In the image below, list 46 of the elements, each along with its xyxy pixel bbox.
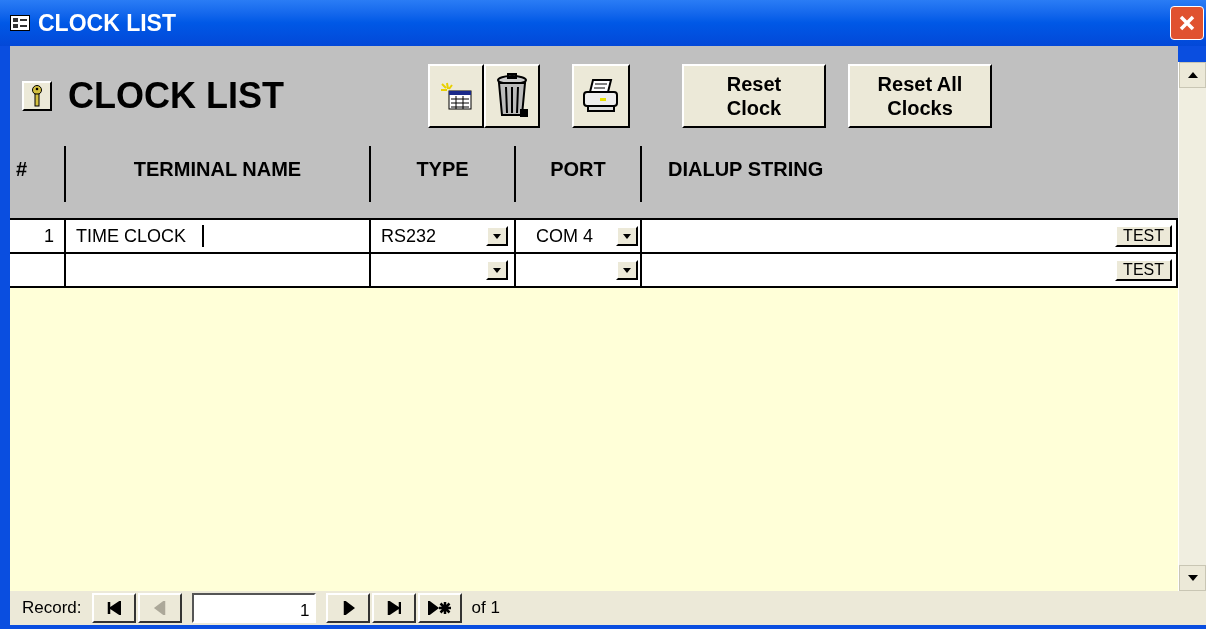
new-record-star-icon bbox=[427, 601, 452, 615]
scroll-up-icon[interactable] bbox=[1187, 72, 1198, 78]
form-title: CLOCK LIST bbox=[68, 74, 284, 118]
record-label: Record: bbox=[22, 597, 82, 620]
test-button[interactable]: TEST bbox=[1115, 259, 1172, 281]
new-record-button[interactable] bbox=[428, 64, 484, 128]
trash-can-icon bbox=[495, 73, 529, 119]
close-button[interactable] bbox=[1170, 6, 1204, 40]
dropdown-button[interactable] bbox=[616, 260, 638, 280]
dropdown-arrow-icon bbox=[493, 233, 501, 239]
column-header: TYPE bbox=[416, 157, 469, 182]
dropdown-arrow-icon bbox=[493, 267, 501, 273]
window-title: CLOCK LIST bbox=[38, 8, 176, 38]
dropdown-button[interactable] bbox=[616, 226, 638, 246]
first-record-icon bbox=[106, 601, 121, 615]
column-header: PORT bbox=[550, 157, 606, 182]
dropdown-arrow-icon bbox=[623, 233, 631, 239]
record-number-field[interactable]: 1 bbox=[191, 593, 316, 623]
text-cursor bbox=[202, 225, 204, 247]
record-nav-button[interactable] bbox=[417, 593, 462, 623]
record-nav-button[interactable] bbox=[91, 593, 136, 623]
close-icon bbox=[1178, 14, 1196, 32]
last-record-icon bbox=[386, 601, 401, 615]
previous-record-icon bbox=[152, 601, 167, 615]
key-button[interactable] bbox=[22, 81, 52, 111]
record-count: of 1 bbox=[471, 597, 500, 620]
key-icon bbox=[31, 85, 43, 107]
reset-button[interactable]: Reset Clock bbox=[682, 64, 826, 128]
reset-button[interactable]: Reset All Clocks bbox=[848, 64, 992, 128]
form-icon bbox=[10, 15, 30, 31]
dropdown-button[interactable] bbox=[486, 226, 508, 246]
dropdown-arrow-icon bbox=[623, 267, 631, 273]
printer-icon bbox=[581, 78, 621, 114]
column-header: # bbox=[16, 157, 28, 182]
record-nav-button[interactable] bbox=[325, 593, 370, 623]
scrollbar[interactable] bbox=[1178, 62, 1206, 591]
column-header: DIALUP STRING bbox=[668, 157, 824, 182]
test-button[interactable]: TEST bbox=[1115, 225, 1172, 247]
delete-button[interactable] bbox=[484, 64, 540, 128]
new-record-icon bbox=[439, 81, 473, 111]
dropdown-button[interactable] bbox=[486, 260, 508, 280]
scroll-down-icon[interactable] bbox=[1187, 575, 1198, 581]
record-nav-button[interactable] bbox=[371, 593, 416, 623]
row-number: 1 bbox=[44, 224, 54, 248]
print-button[interactable] bbox=[572, 64, 630, 128]
column-header: TERMINAL NAME bbox=[133, 157, 302, 182]
